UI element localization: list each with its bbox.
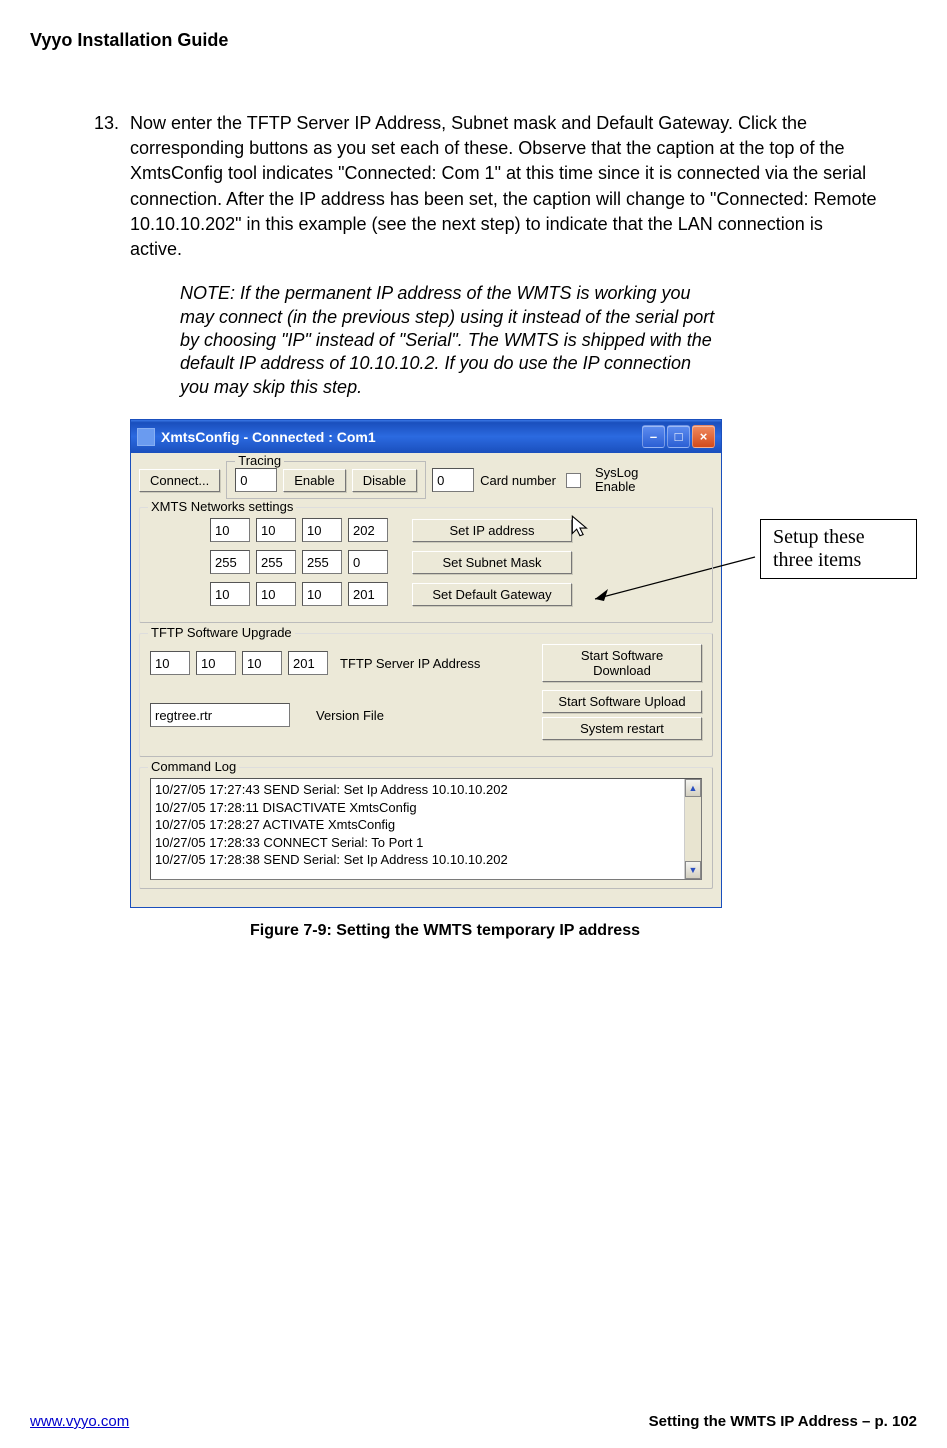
tftp-octet-4[interactable]: [288, 651, 328, 675]
tracing-input[interactable]: [235, 468, 277, 492]
ip-octet-3[interactable]: [302, 518, 342, 542]
tftp-octet-3[interactable]: [242, 651, 282, 675]
annotation-callout: Setup these three items: [760, 519, 917, 579]
ip-octet-2[interactable]: [256, 518, 296, 542]
syslog-enable-checkbox[interactable]: [566, 473, 581, 488]
mouse-cursor-icon: [570, 514, 592, 540]
minimize-button[interactable]: –: [642, 425, 665, 448]
start-software-download-button[interactable]: Start Software Download: [542, 644, 702, 682]
log-line: 10/27/05 17:28:27 ACTIVATE XmtsConfig: [155, 816, 683, 834]
version-file-row: Version File Start Software Upload Syste…: [150, 690, 702, 740]
command-log-box[interactable]: 10/27/05 17:27:43 SEND Serial: Set Ip Ad…: [150, 778, 702, 880]
connect-button[interactable]: Connect...: [139, 469, 220, 492]
subnet-mask-row: Set Subnet Mask: [210, 550, 702, 574]
xmts-legend: XMTS Networks settings: [148, 499, 296, 514]
set-ip-address-button[interactable]: Set IP address: [412, 519, 572, 542]
step-text-block: 13.Now enter the TFTP Server IP Address,…: [130, 111, 877, 262]
tracing-group: Tracing Enable Disable: [226, 461, 426, 499]
gateway-octet-1[interactable]: [210, 582, 250, 606]
window-titlebar[interactable]: XmtsConfig - Connected : Com1 – □ ×: [131, 420, 721, 453]
enable-button[interactable]: Enable: [283, 469, 345, 492]
subnet-octet-2[interactable]: [256, 550, 296, 574]
set-subnet-mask-button[interactable]: Set Subnet Mask: [412, 551, 572, 574]
command-log-legend: Command Log: [148, 759, 239, 774]
doc-header-title: Vyyo Installation Guide: [30, 30, 917, 51]
toolbar-row: Connect... Tracing Enable Disable Card n…: [139, 461, 713, 499]
set-default-gateway-button[interactable]: Set Default Gateway: [412, 583, 572, 606]
tftp-octet-1[interactable]: [150, 651, 190, 675]
system-restart-button[interactable]: System restart: [542, 717, 702, 740]
xmts-network-settings-group: XMTS Networks settings Set IP address: [139, 507, 713, 623]
gateway-octet-4[interactable]: [348, 582, 388, 606]
ip-address-row: Set IP address: [210, 518, 702, 542]
page-footer: www.vyyo.com Setting the WMTS IP Address…: [30, 1413, 917, 1430]
xmtsconfig-window: XmtsConfig - Connected : Com1 – □ × Conn…: [130, 419, 722, 908]
tftp-legend: TFTP Software Upgrade: [148, 625, 295, 640]
syslog-enable-label: SysLogEnable: [595, 466, 638, 493]
start-software-upload-button[interactable]: Start Software Upload: [542, 690, 702, 713]
subnet-octet-4[interactable]: [348, 550, 388, 574]
subnet-octet-1[interactable]: [210, 550, 250, 574]
scroll-up-button[interactable]: ▲: [685, 779, 701, 797]
footer-page-info: Setting the WMTS IP Address – p. 102: [649, 1413, 917, 1430]
log-line: 10/27/05 17:27:43 SEND Serial: Set Ip Ad…: [155, 781, 683, 799]
tftp-server-row: TFTP Server IP Address Start Software Do…: [150, 644, 702, 682]
version-file-input[interactable]: [150, 703, 290, 727]
footer-url[interactable]: www.vyyo.com: [30, 1413, 129, 1430]
step-number: 13.: [94, 111, 130, 136]
figure-caption: Figure 7-9: Setting the WMTS temporary I…: [250, 922, 917, 940]
app-icon: [137, 428, 155, 446]
window-body: Connect... Tracing Enable Disable Card n…: [131, 453, 721, 907]
tracing-legend: Tracing: [235, 453, 284, 468]
tftp-octet-2[interactable]: [196, 651, 236, 675]
gateway-octet-2[interactable]: [256, 582, 296, 606]
command-log-group: Command Log 10/27/05 17:27:43 SEND Seria…: [139, 767, 713, 889]
default-gateway-row: Set Default Gateway: [210, 582, 702, 606]
note-block: NOTE: If the permanent IP address of the…: [180, 282, 717, 399]
log-line: 10/27/05 17:28:38 SEND Serial: Set Ip Ad…: [155, 851, 683, 869]
window-title: XmtsConfig - Connected : Com1: [161, 429, 640, 445]
ip-octet-1[interactable]: [210, 518, 250, 542]
ip-octet-4[interactable]: [348, 518, 388, 542]
tftp-server-label: TFTP Server IP Address: [340, 656, 480, 671]
card-number-label: Card number: [480, 473, 556, 488]
close-button[interactable]: ×: [692, 425, 715, 448]
log-line: 10/27/05 17:28:11 DISACTIVATE XmtsConfig: [155, 799, 683, 817]
card-number-input[interactable]: [432, 468, 474, 492]
figure-area: Setup these three items XmtsConfig - Con…: [130, 419, 917, 940]
tftp-upgrade-group: TFTP Software Upgrade TFTP Server IP Add…: [139, 633, 713, 757]
step-text: Now enter the TFTP Server IP Address, Su…: [130, 113, 877, 259]
version-file-label: Version File: [316, 708, 384, 723]
gateway-octet-3[interactable]: [302, 582, 342, 606]
scroll-down-button[interactable]: ▼: [685, 861, 701, 879]
subnet-octet-3[interactable]: [302, 550, 342, 574]
maximize-button[interactable]: □: [667, 425, 690, 448]
disable-button[interactable]: Disable: [352, 469, 417, 492]
log-line: 10/27/05 17:28:33 CONNECT Serial: To Por…: [155, 834, 683, 852]
log-scrollbar[interactable]: ▲ ▼: [684, 779, 701, 879]
